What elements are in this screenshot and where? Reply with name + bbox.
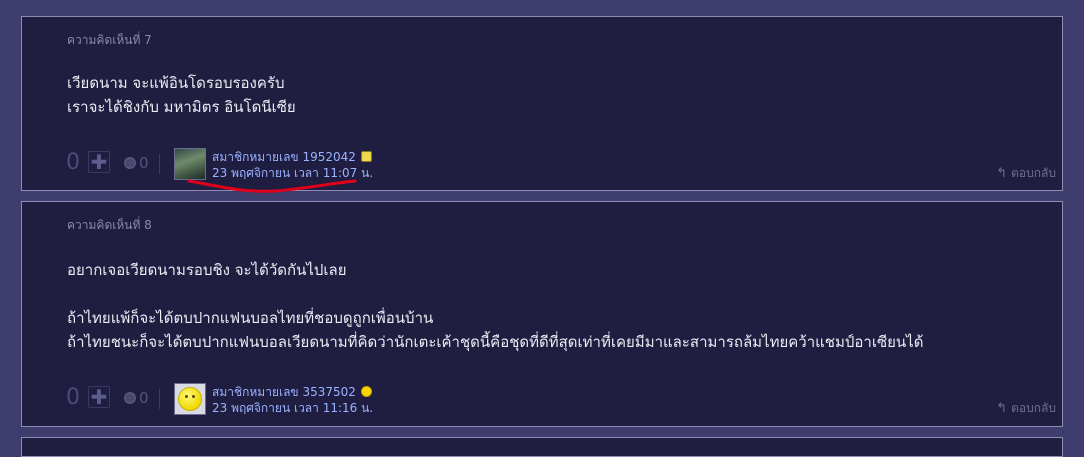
emotion-count: 0 bbox=[139, 389, 149, 407]
comment-line bbox=[67, 282, 923, 306]
comment-time: 23 พฤศจิกายน เวลา 11:07 น. bbox=[212, 166, 374, 180]
plus-icon: ✚ bbox=[90, 385, 108, 409]
comment-line: อยากเจอเวียดนามรอบชิง จะได้วัดกันไปเลย bbox=[67, 261, 347, 279]
smiley-badge-icon bbox=[360, 386, 372, 397]
comment-card: ความคิดเห็นที่ 8 อยากเจอเวียดนามรอบชิง จ… bbox=[21, 201, 1063, 427]
smiley-avatar-icon bbox=[178, 387, 202, 411]
comment-card: ความคิดเห็นที่ 7 เวียดนาม จะแพ้อินโดรอบร… bbox=[21, 16, 1063, 191]
comment-body: อยากเจอเวียดนามรอบชิง จะได้วัดกันไปเลย ถ… bbox=[67, 258, 923, 354]
comment-body: เวียดนาม จะแพ้อินโดรอบรองครับ เราจะได้ชิ… bbox=[67, 71, 296, 119]
reply-label: ตอบกลับ bbox=[1011, 401, 1056, 415]
comment-time: 23 พฤศจิกายน เวลา 11:16 น. bbox=[212, 401, 374, 415]
reply-arrow-icon: ↰ bbox=[996, 166, 1008, 181]
vote-count: 0 bbox=[66, 385, 80, 410]
comment-number: ความคิดเห็นที่ 7 bbox=[67, 33, 152, 47]
emotion-face-icon[interactable]: ☹ bbox=[124, 157, 136, 169]
avatar[interactable] bbox=[174, 383, 206, 415]
comment-line: ถ้าไทยชนะก็จะได้ตบปากแฟนบอลเวียดนามที่คิ… bbox=[67, 333, 924, 351]
vote-count: 0 bbox=[66, 150, 80, 175]
emotion-face-icon[interactable]: ☹ bbox=[124, 392, 136, 404]
member-name[interactable]: สมาชิกหมายเลข 1952042 bbox=[212, 150, 356, 164]
reply-button[interactable]: ↰ ตอบกลับ bbox=[996, 164, 1056, 183]
vote-plus-button[interactable]: ✚ bbox=[88, 386, 110, 408]
reply-label: ตอบกลับ bbox=[1011, 166, 1056, 180]
member-name[interactable]: สมาชิกหมายเลข 3537502 bbox=[212, 385, 356, 399]
comment-footer: 0 ✚ ☹ 0 สมาชิกหมายเลข 1952042 23 พฤศจิกา… bbox=[66, 148, 1056, 182]
reply-arrow-icon: ↰ bbox=[996, 401, 1008, 416]
comment-line: เวียดนาม จะแพ้อินโดรอบรองครับ bbox=[67, 74, 285, 92]
emotion-count: 0 bbox=[139, 154, 149, 172]
avatar[interactable] bbox=[174, 148, 206, 180]
comment-footer: 0 ✚ ☹ 0 สมาชิกหมายเลข 3537502 23 พฤศจิกา… bbox=[66, 383, 1056, 417]
reply-button[interactable]: ↰ ตอบกลับ bbox=[996, 399, 1056, 418]
comment-number: ความคิดเห็นที่ 8 bbox=[67, 218, 152, 232]
plus-icon: ✚ bbox=[90, 150, 108, 174]
divider bbox=[159, 389, 160, 409]
comment-line: เราจะได้ชิงกับ มหามิตร อินโดนีเซีย bbox=[67, 98, 296, 116]
comment-line: ถ้าไทยแพ้ก็จะได้ตบปากแฟนบอลไทยที่ชอบดูถู… bbox=[67, 309, 434, 327]
vote-plus-button[interactable]: ✚ bbox=[88, 151, 110, 173]
mobile-badge-icon bbox=[360, 151, 372, 162]
divider bbox=[159, 154, 160, 174]
comment-card bbox=[21, 437, 1063, 457]
